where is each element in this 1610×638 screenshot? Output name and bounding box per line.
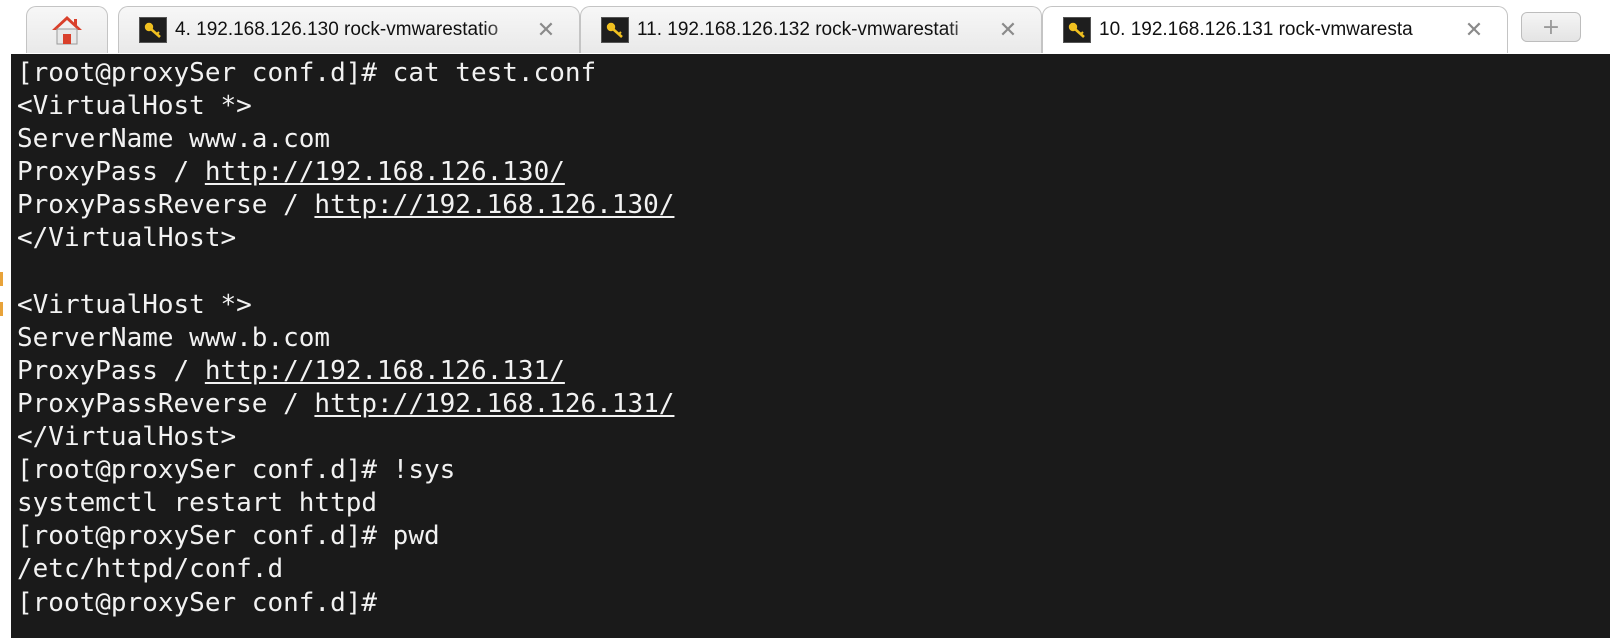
terminal-line: ProxyPass / http://192.168.126.131/ [17, 355, 674, 388]
tab-session-130[interactable]: 4. 192.168.126.130 rock-vmwarestatio ✕ [118, 6, 580, 53]
terminal-line: ServerName www.a.com [17, 123, 674, 156]
terminal-line: [root@proxySer conf.d]# [17, 587, 674, 620]
close-icon[interactable]: ✕ [1461, 17, 1487, 43]
terminal-url-link[interactable]: http://192.168.126.130/ [205, 157, 565, 187]
tab-session-132[interactable]: 11. 192.168.126.132 rock-vmwarestati ✕ [580, 6, 1042, 53]
home-icon [52, 16, 82, 45]
key-icon [601, 17, 629, 43]
terminal-url-link[interactable]: http://192.168.126.131/ [205, 356, 565, 386]
tab-title: 10. 192.168.126.131 rock-vmwaresta [1099, 19, 1413, 40]
terminal-line-text: systemctl restart httpd [17, 488, 378, 519]
terminal-line-text: <VirtualHost *> [17, 91, 252, 122]
edge-marker [0, 272, 3, 286]
plus-icon: + [1541, 14, 1561, 40]
tab-title: 4. 192.168.126.130 rock-vmwarestatio [175, 19, 499, 40]
left-edge-strip [0, 54, 11, 638]
terminal-line-text: ProxyPassReverse / [17, 190, 315, 221]
terminal-line: <VirtualHost *> [17, 90, 674, 123]
terminal-line-text: ProxyPassReverse / [17, 388, 315, 419]
close-icon[interactable]: ✕ [995, 17, 1021, 43]
terminal-window[interactable]: [root@proxySer conf.d]# cat test.conf <Vi… [11, 54, 1610, 638]
tab-bar: 4. 192.168.126.130 rock-vmwarestatio ✕ 1… [0, 0, 1610, 55]
terminal-line-text: /etc/httpd/conf.d [17, 554, 284, 585]
terminal-line: </VirtualHost> [17, 421, 674, 454]
terminal-line-text: [root@proxySer conf.d]# [17, 587, 378, 618]
terminal-line-text: ProxyPass / [17, 157, 205, 188]
tab-session-131[interactable]: 10. 192.168.126.131 rock-vmwaresta ✕ [1042, 6, 1508, 53]
terminal-output: [root@proxySer conf.d]# cat test.conf <Vi… [17, 57, 674, 620]
terminal-line-text: </VirtualHost> [17, 223, 237, 254]
terminal-line: [root@proxySer conf.d]# pwd [17, 520, 674, 553]
terminal-line: ProxyPassReverse / http://192.168.126.13… [17, 388, 674, 421]
terminal-line: ServerName www.b.com [17, 322, 674, 355]
terminal-line: </VirtualHost> [17, 222, 674, 255]
key-icon [1063, 17, 1091, 43]
terminal-line: <VirtualHost *> [17, 289, 674, 322]
terminal-line: ProxyPass / http://192.168.126.130/ [17, 156, 674, 189]
terminal-line: [root@proxySer conf.d]# !sys [17, 454, 674, 487]
terminal-url-link[interactable]: http://192.168.126.130/ [314, 190, 674, 220]
terminal-url-link[interactable]: http://192.168.126.131/ [314, 389, 674, 419]
edge-marker [0, 302, 3, 316]
terminal-line: systemctl restart httpd [17, 487, 674, 520]
terminal-line-text: </VirtualHost> [17, 422, 237, 453]
key-icon [139, 17, 167, 43]
terminal-line: /etc/httpd/conf.d [17, 553, 674, 586]
terminal-line-text: [root@proxySer conf.d]# !sys [17, 455, 456, 486]
new-tab-button[interactable]: + [1521, 12, 1581, 42]
terminal-line: ProxyPassReverse / http://192.168.126.13… [17, 189, 674, 222]
terminal-line-text: ServerName www.b.com [17, 322, 331, 353]
terminal-line-text: [root@proxySer conf.d]# pwd [17, 521, 440, 552]
terminal-line-text: <VirtualHost *> [17, 289, 252, 320]
terminal-line: [root@proxySer conf.d]# cat test.conf [17, 57, 674, 90]
terminal-line-text: ServerName www.a.com [17, 124, 331, 155]
tab-title: 11. 192.168.126.132 rock-vmwarestati [637, 19, 959, 40]
terminal-line-text: [root@proxySer conf.d]# cat test.conf [17, 58, 597, 88]
terminal-line-text: ProxyPass / [17, 355, 205, 386]
tab-home[interactable] [26, 6, 108, 53]
close-icon[interactable]: ✕ [533, 17, 559, 43]
